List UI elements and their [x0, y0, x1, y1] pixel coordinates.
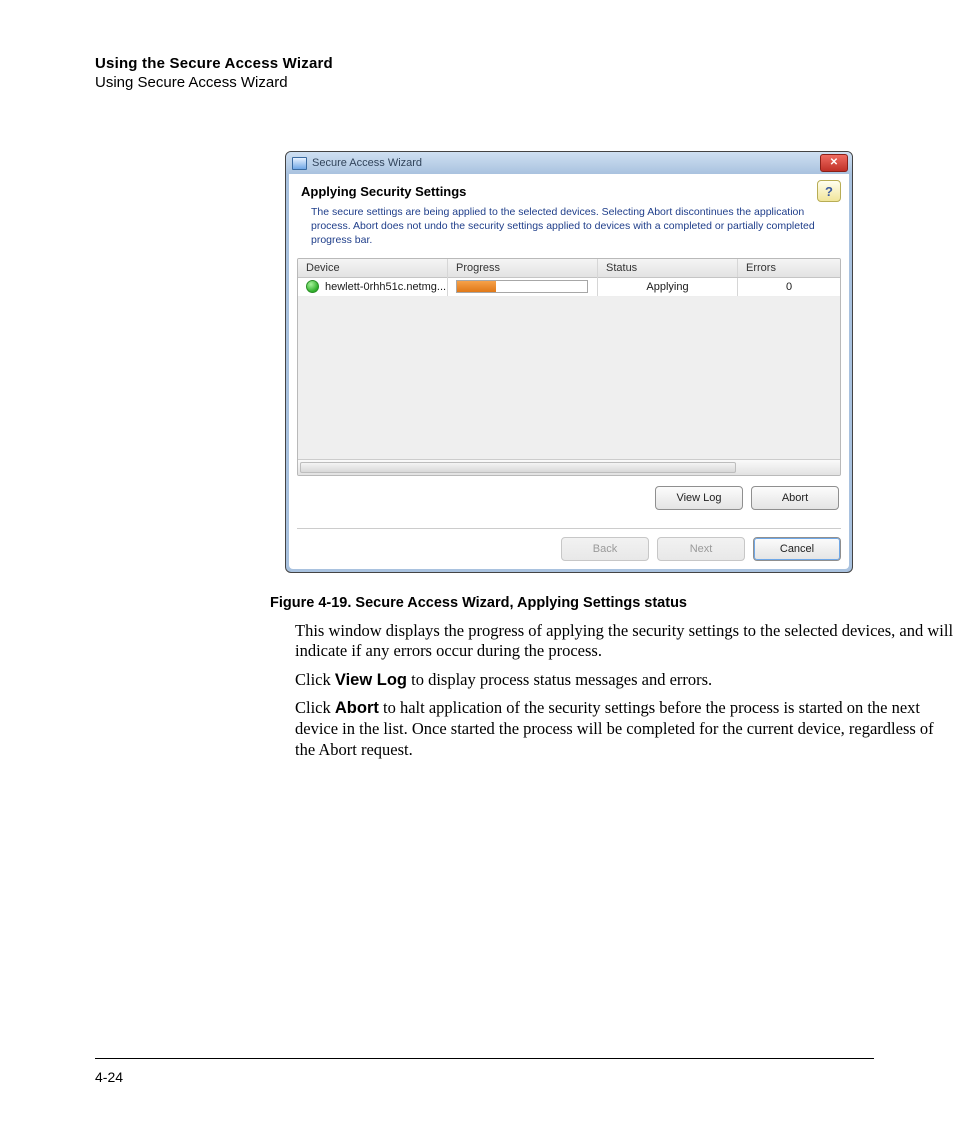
- p3-bold: Abort: [335, 699, 379, 717]
- col-header-device: Device: [298, 259, 448, 277]
- progress-bar: [456, 280, 588, 293]
- table-empty-area: [298, 297, 840, 459]
- cancel-button[interactable]: Cancel: [753, 537, 841, 561]
- p3-pre: Click: [295, 698, 335, 717]
- back-button: Back: [561, 537, 649, 561]
- action-button-row: View Log Abort: [297, 486, 839, 510]
- device-progress-table: Device Progress Status Errors hewlett-0r…: [297, 258, 841, 476]
- table-row[interactable]: hewlett-0rhh51c.netmg... Applying 0: [298, 278, 840, 297]
- col-header-status: Status: [598, 259, 738, 277]
- view-log-button[interactable]: View Log: [655, 486, 743, 510]
- p2-pre: Click: [295, 670, 335, 689]
- secure-access-wizard-window: Secure Access Wizard ✕ Applying Security…: [285, 151, 853, 573]
- page-footer: 4-24: [95, 1058, 874, 1085]
- running-header: Using the Secure Access Wizard Using Sec…: [95, 55, 874, 91]
- body-text: This window displays the progress of app…: [295, 621, 954, 761]
- header-section: Using Secure Access Wizard: [95, 74, 874, 91]
- next-button: Next: [657, 537, 745, 561]
- col-header-errors: Errors: [738, 259, 840, 277]
- header-chapter: Using the Secure Access Wizard: [95, 55, 874, 72]
- dialog-description: The secure settings are being applied to…: [311, 205, 835, 248]
- close-icon[interactable]: ✕: [820, 154, 848, 172]
- abort-button[interactable]: Abort: [751, 486, 839, 510]
- help-icon[interactable]: ?: [817, 180, 841, 202]
- paragraph-2: Click View Log to display process status…: [295, 670, 954, 691]
- cell-device: hewlett-0rhh51c.netmg...: [325, 281, 446, 293]
- horizontal-scrollbar[interactable]: [298, 459, 840, 475]
- paragraph-3: Click Abort to halt application of the s…: [295, 698, 954, 760]
- figure-caption: Figure 4-19. Secure Access Wizard, Apply…: [270, 595, 874, 611]
- col-header-progress: Progress: [448, 259, 598, 277]
- status-ok-icon: [306, 280, 319, 293]
- page-number: 4-24: [95, 1069, 123, 1085]
- progress-fill: [457, 281, 496, 292]
- p2-bold: View Log: [335, 671, 407, 689]
- paragraph-1: This window displays the progress of app…: [295, 621, 954, 662]
- dialog-heading: Applying Security Settings: [301, 184, 817, 199]
- titlebar: Secure Access Wizard ✕: [286, 152, 852, 174]
- p2-post: to display process status messages and e…: [407, 670, 712, 689]
- window-title: Secure Access Wizard: [312, 157, 820, 169]
- p3-post: to halt application of the security sett…: [295, 698, 934, 758]
- app-icon: [292, 157, 307, 170]
- cell-status: Applying: [598, 278, 738, 296]
- table-header: Device Progress Status Errors: [298, 259, 840, 278]
- wizard-nav-footer: Back Next Cancel: [297, 528, 841, 561]
- cell-errors: 0: [738, 278, 840, 296]
